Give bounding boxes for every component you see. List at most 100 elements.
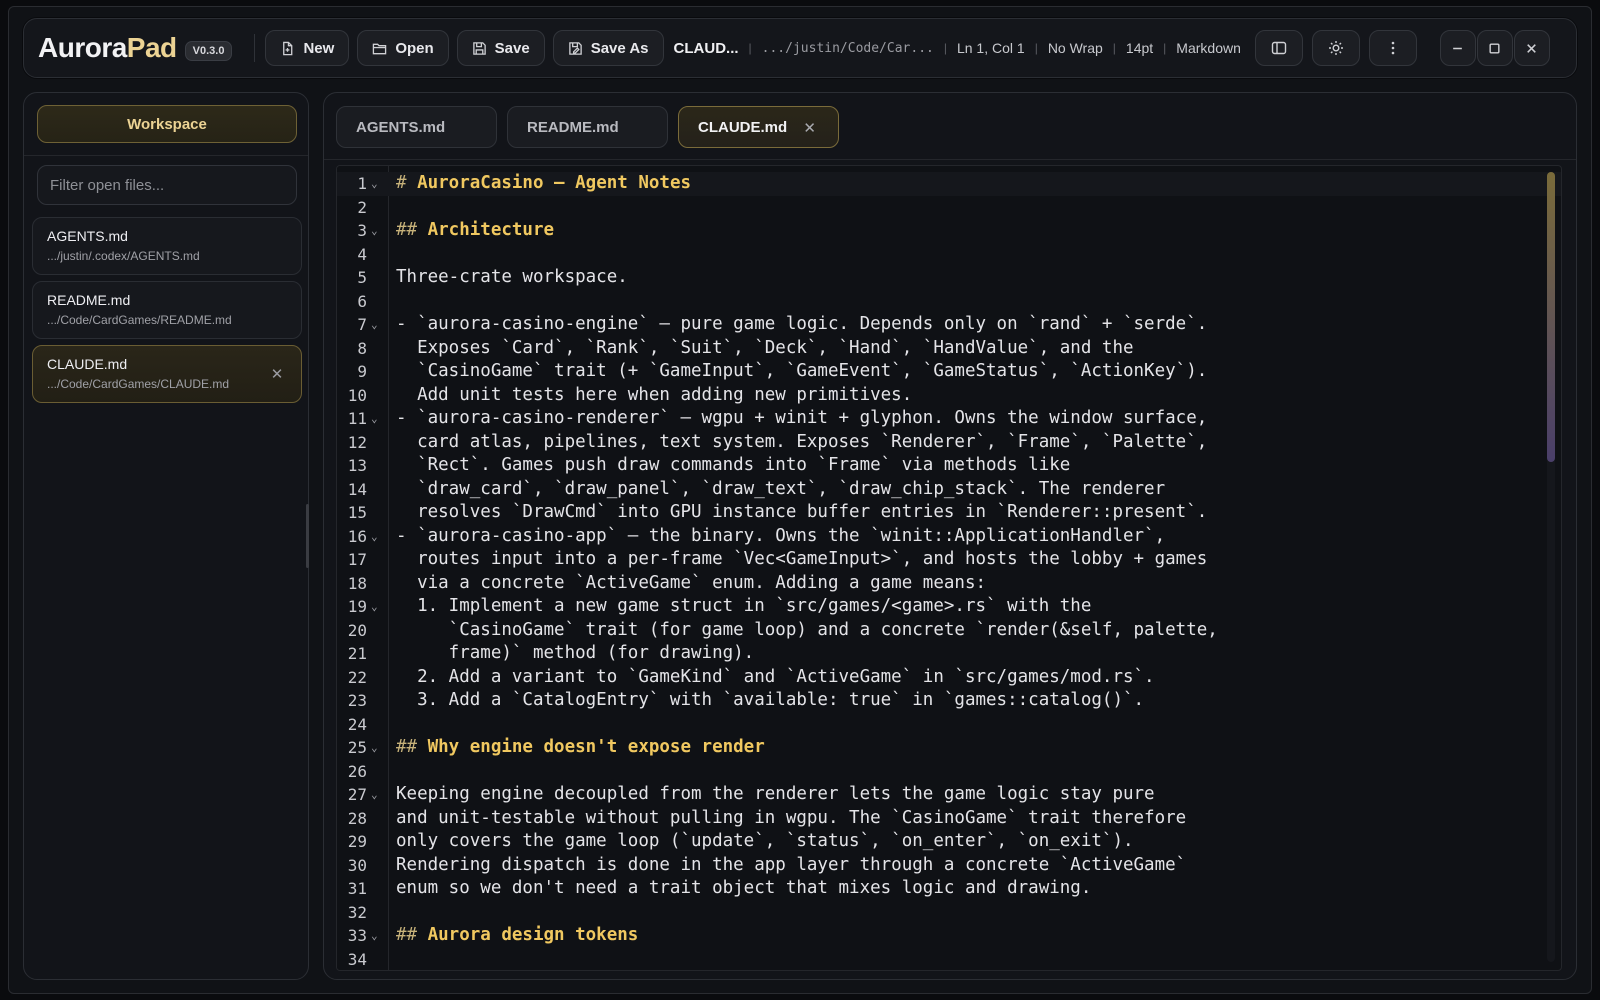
code-line[interactable]: 30 Rendering dispatch is done in the app …: [337, 854, 1561, 878]
code-line[interactable]: 24: [337, 713, 1561, 737]
heading-text: Aurora design tokens: [427, 925, 639, 945]
code-line[interactable]: 19 ⌄ 1. Implement a new game struct in `s…: [337, 595, 1561, 619]
save-button[interactable]: Save: [456, 30, 545, 66]
code-line[interactable]: 9 `CasinoGame` trait (+ `GameInput`, `Ga…: [337, 360, 1561, 384]
line-text: ## Aurora design tokens: [396, 924, 638, 948]
fold-chevron-icon[interactable]: ⌄: [371, 407, 378, 431]
sidebar-file-agents[interactable]: AGENTS.md .../justin/.codex/AGENTS.md: [32, 217, 302, 275]
sidebar-file-claude[interactable]: CLAUDE.md .../Code/CardGames/CLAUDE.md ✕: [32, 345, 302, 403]
code-line[interactable]: 20 `CasinoGame` trait (for game loop) an…: [337, 619, 1561, 643]
heading-marker: #: [396, 173, 418, 193]
fold-chevron-icon[interactable]: ⌄: [371, 525, 378, 549]
code-line[interactable]: 8 Exposes `Card`, `Rank`, `Suit`, `Deck`…: [337, 337, 1561, 361]
status-font-size[interactable]: 14pt: [1126, 40, 1153, 56]
code-line[interactable]: 28 and unit-testable without pulling in w…: [337, 807, 1561, 831]
line-number: 22: [347, 667, 367, 687]
line-number: 24: [347, 714, 367, 734]
new-file-icon: [283, 41, 293, 55]
fold-chevron-icon[interactable]: ⌄: [371, 924, 378, 948]
fold-chevron-icon[interactable]: ⌄: [371, 783, 378, 807]
code-line[interactable]: 5 Three-crate workspace.: [337, 266, 1561, 290]
code-line[interactable]: 22 2. Add a variant to `GameKind` and `A…: [337, 666, 1561, 690]
status-file-path: .../justin/Code/Car...: [761, 40, 934, 56]
code-line[interactable]: 10 Add unit tests here when adding new p…: [337, 384, 1561, 408]
code-line[interactable]: 21 frame)` method (for drawing).: [337, 642, 1561, 666]
code-line[interactable]: 26: [337, 760, 1561, 784]
sidebar-icon: [1271, 41, 1286, 55]
line-text: 3. Add a `CatalogEntry` with `available:…: [396, 690, 1145, 710]
line-text: `CasinoGame` trait (for game loop) and a…: [396, 619, 1218, 640]
status-wrap-mode[interactable]: No Wrap: [1048, 40, 1103, 56]
status-cursor-position: Ln 1, Col 1: [956, 40, 1025, 56]
line-number: 16: [347, 526, 367, 546]
toggle-sidebar-button[interactable]: [1254, 30, 1303, 66]
line-number: 7: [357, 315, 367, 334]
line-number: 21: [347, 644, 367, 663]
tab-claude[interactable]: CLAUDE.md ✕: [678, 106, 839, 148]
tab-bar: AGENTS.md README.md CLAUDE.md ✕: [336, 106, 839, 148]
line-number: 3: [357, 221, 367, 240]
line-text: routes input into a per-frame `Vec<GameI…: [396, 549, 1208, 569]
heading-marker: ##: [396, 737, 428, 757]
code-line[interactable]: 14 `draw_card`, `draw_panel`, `draw_text…: [337, 478, 1561, 502]
close-tab-icon[interactable]: ✕: [803, 119, 816, 137]
fold-chevron-icon[interactable]: ⌄: [371, 736, 378, 760]
theme-button[interactable]: [1311, 30, 1360, 66]
code-line[interactable]: 16 ⌄ - `aurora-casino-app` — the binary. O…: [337, 525, 1561, 549]
tab-agents[interactable]: AGENTS.md: [336, 106, 497, 148]
code-line[interactable]: 15 resolves `DrawCmd` into GPU instance …: [337, 501, 1561, 525]
fold-chevron-icon[interactable]: ⌄: [371, 313, 378, 337]
close-window-button[interactable]: [1513, 30, 1550, 66]
code-line[interactable]: 29 only covers the game loop (`update`, `…: [337, 830, 1561, 854]
code-editor[interactable]: 1 ⌄ # AuroraCasino — Agent Notes 2 3 ⌄ ## Arch…: [336, 165, 1562, 971]
scrollbar-thumb[interactable]: [1547, 172, 1555, 462]
workspace-button[interactable]: Workspace: [37, 105, 297, 143]
maximize-button[interactable]: [1476, 30, 1513, 66]
code-line[interactable]: 11 ⌄ - `aurora-casino-renderer` — wgpu + w…: [337, 407, 1561, 431]
tab-readme[interactable]: README.md: [507, 106, 668, 148]
code-line[interactable]: 1 ⌄ # AuroraCasino — Agent Notes: [337, 172, 1561, 196]
file-item-name: CLAUDE.md: [47, 356, 128, 372]
close-file-icon[interactable]: ✕: [269, 366, 285, 383]
code-line[interactable]: 34: [337, 948, 1561, 971]
file-item-name: AGENTS.md: [47, 228, 128, 244]
code-line[interactable]: 7 ⌄ - `aurora-casino-engine` — pure game l…: [337, 313, 1561, 337]
code-line[interactable]: 18 via a concrete `ActiveGame` enum. Add…: [337, 572, 1561, 596]
code-line[interactable]: 23 3. Add a `CatalogEntry` with `availab…: [337, 689, 1561, 713]
code-line[interactable]: 13 `Rect`. Games push draw commands into…: [337, 454, 1561, 478]
code-line[interactable]: 4: [337, 243, 1561, 267]
save-as-button[interactable]: Save As: [552, 30, 664, 66]
more-options-button[interactable]: [1368, 30, 1417, 66]
minimize-button[interactable]: [1439, 30, 1476, 66]
sidebar-file-readme[interactable]: README.md .../Code/CardGames/README.md: [32, 281, 302, 339]
code-line[interactable]: 31 enum so we don't need a trait object t…: [337, 877, 1561, 901]
line-text: `draw_card`, `draw_panel`, `draw_text`, …: [396, 478, 1166, 499]
tabs-divider: [324, 159, 1576, 160]
close-icon: [1527, 43, 1536, 53]
code-line[interactable]: 33 ⌄ ## Aurora design tokens: [337, 924, 1561, 948]
open-button[interactable]: Open: [357, 30, 449, 66]
code-line[interactable]: 12 card atlas, pipelines, text system. E…: [337, 431, 1561, 455]
filter-files-input[interactable]: [37, 165, 297, 205]
sidebar-resize-handle[interactable]: [306, 504, 309, 568]
code-line[interactable]: 25 ⌄ ## Why engine doesn't expose render: [337, 736, 1561, 760]
status-bar: CLAUD... | .../justin/Code/Car... | Ln 1…: [673, 39, 1241, 57]
fold-chevron-icon[interactable]: ⌄: [371, 595, 378, 619]
status-language[interactable]: Markdown: [1176, 40, 1241, 56]
code-line[interactable]: 2: [337, 196, 1561, 220]
line-text: Rendering dispatch is done in the app la…: [396, 854, 1187, 875]
code-line[interactable]: 27 ⌄ Keeping engine decoupled from the ren…: [337, 783, 1561, 807]
code-line[interactable]: 3 ⌄ ## Architecture: [337, 219, 1561, 243]
code-line[interactable]: 17 routes input into a per-frame `Vec<Ga…: [337, 548, 1561, 572]
code-line[interactable]: 6: [337, 290, 1561, 314]
brand: AuroraPad V0.3.0: [38, 32, 233, 64]
code-line[interactable]: 32: [337, 901, 1561, 925]
line-number: 2: [357, 197, 367, 217]
line-number: 5: [357, 268, 367, 287]
fold-chevron-icon[interactable]: ⌄: [371, 219, 378, 243]
vertical-scrollbar[interactable]: [1547, 172, 1555, 962]
fold-chevron-icon[interactable]: ⌄: [371, 172, 378, 196]
line-number: 20: [347, 620, 367, 640]
line-number: 34: [347, 949, 367, 969]
new-button[interactable]: New: [265, 30, 350, 66]
